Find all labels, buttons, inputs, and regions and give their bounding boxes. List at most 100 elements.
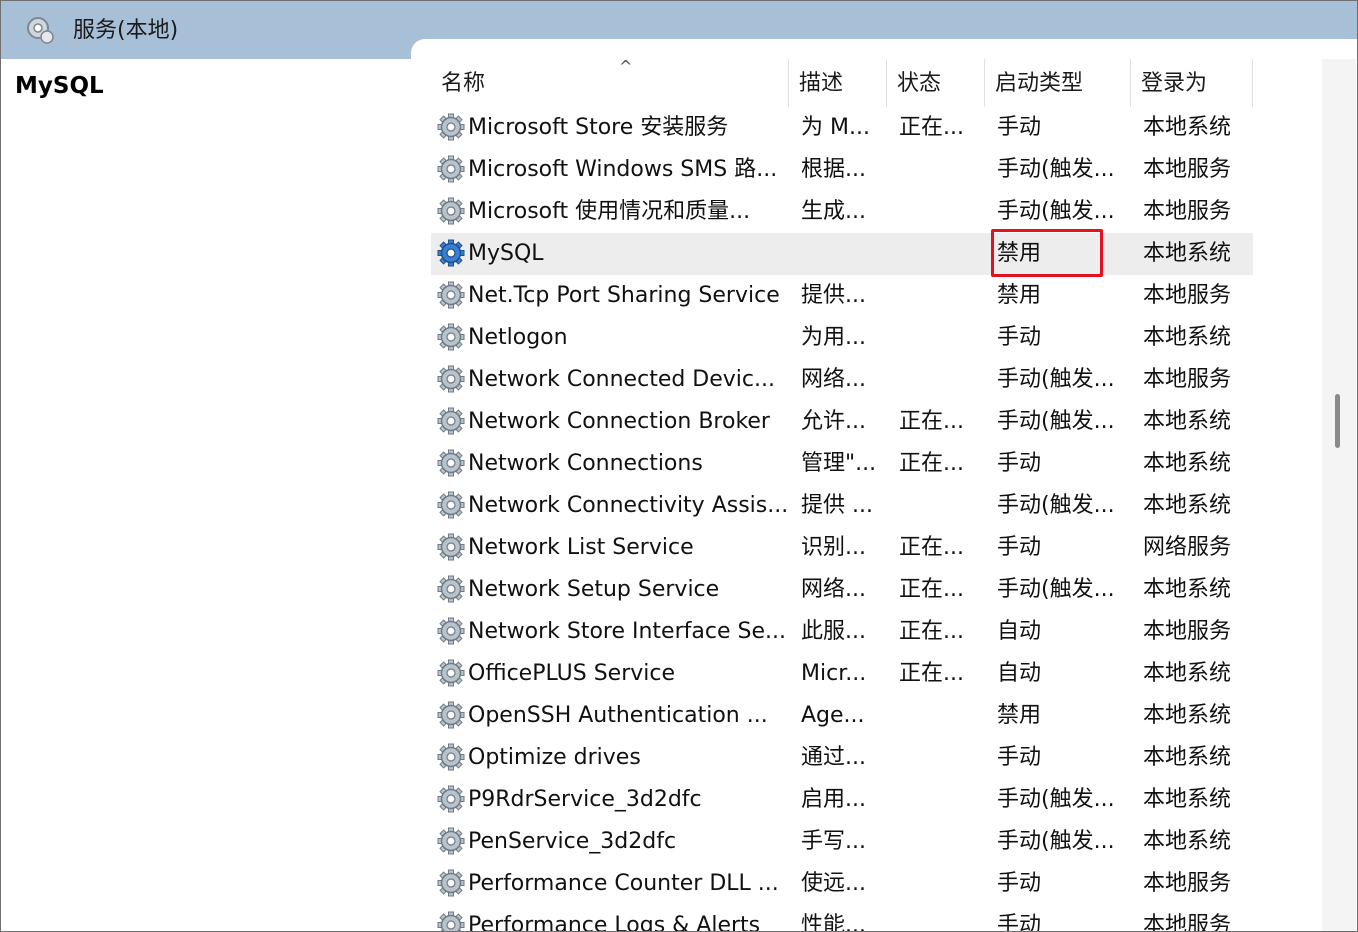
service-name: Microsoft Windows SMS 路... bbox=[468, 157, 778, 182]
service-startup-type: 手动(触发... bbox=[997, 787, 1115, 812]
service-description: 此服... bbox=[801, 619, 866, 644]
service-description: 生成... bbox=[801, 199, 866, 224]
service-status: 正在... bbox=[899, 409, 964, 434]
service-gear-icon bbox=[437, 197, 465, 225]
service-row[interactable]: Performance Logs & Alerts 性能... 手动 本地服务 bbox=[431, 905, 1253, 932]
service-gear-icon bbox=[437, 407, 465, 435]
service-gear-icon bbox=[437, 743, 465, 771]
service-row[interactable]: Net.Tcp Port Sharing Service 提供... 禁用 本地服务 bbox=[431, 275, 1253, 317]
service-logon-as: 本地服务 bbox=[1143, 367, 1232, 392]
service-status: 正在... bbox=[899, 619, 964, 644]
column-header-logon-as[interactable]: 登录为 bbox=[1131, 59, 1253, 107]
service-status: 正在... bbox=[899, 577, 964, 602]
service-description: 手写... bbox=[801, 829, 866, 854]
service-row[interactable]: Optimize drives 通过... 手动 本地系统 bbox=[431, 737, 1253, 779]
service-description: 通过... bbox=[801, 745, 866, 770]
service-name: OpenSSH Authentication ... bbox=[468, 703, 768, 728]
column-header-name[interactable]: 名称 bbox=[431, 59, 789, 107]
service-row[interactable]: Network Connected Devic... 网络... 手动(触发... 本… bbox=[431, 359, 1253, 401]
service-description: 网络... bbox=[801, 577, 866, 602]
service-description: Age... bbox=[801, 703, 865, 728]
service-logon-as: 本地系统 bbox=[1143, 115, 1232, 140]
service-name: Netlogon bbox=[468, 325, 568, 350]
service-status: 正在... bbox=[899, 451, 964, 476]
service-row[interactable]: Netlogon 为用... 手动 本地系统 bbox=[431, 317, 1253, 359]
service-gear-icon bbox=[437, 449, 465, 477]
service-name: Network Store Interface Se... bbox=[468, 619, 786, 644]
service-logon-as: 本地服务 bbox=[1143, 871, 1232, 896]
sort-ascending-icon: ^ bbox=[619, 57, 633, 76]
service-row[interactable]: Microsoft Store 安装服务 为 M... 正在... 手动 本地系统 bbox=[431, 107, 1253, 149]
service-logon-as: 本地系统 bbox=[1143, 325, 1232, 350]
service-gear-icon bbox=[437, 617, 465, 645]
service-status: 正在... bbox=[899, 535, 964, 560]
service-name: Performance Logs & Alerts bbox=[468, 913, 761, 932]
service-logon-as: 本地系统 bbox=[1143, 787, 1232, 812]
service-logon-as: 本地服务 bbox=[1143, 199, 1232, 224]
services-window: 服务(本地) MySQL 名称 ^ 描述 状态 启动类型 登录为 Microso… bbox=[0, 0, 1358, 932]
service-status: 正在... bbox=[899, 115, 964, 140]
service-startup-type: 手动(触发... bbox=[997, 577, 1115, 602]
service-startup-type: 手动(触发... bbox=[997, 493, 1115, 518]
service-logon-as: 本地系统 bbox=[1143, 409, 1232, 434]
service-row[interactable]: Network List Service 识别... 正在... 手动 网络服务 bbox=[431, 527, 1253, 569]
service-name: Performance Counter DLL ... bbox=[468, 871, 779, 896]
column-header-status[interactable]: 状态 bbox=[887, 59, 985, 107]
service-row[interactable]: P9RdrService_3d2dfc 启用... 手动(触发... 本地系统 bbox=[431, 779, 1253, 821]
service-description: 性能... bbox=[801, 913, 866, 932]
service-startup-type: 手动 bbox=[997, 325, 1042, 350]
service-description: 识别... bbox=[801, 535, 866, 560]
service-gear-icon bbox=[437, 365, 465, 393]
service-startup-type: 禁用 bbox=[997, 703, 1042, 728]
service-gear-icon bbox=[437, 659, 465, 687]
service-row[interactable]: Network Connections 管理"... 正在... 手动 本地系统 bbox=[431, 443, 1253, 485]
column-header-description[interactable]: 描述 bbox=[789, 59, 887, 107]
service-name: Network Connection Broker bbox=[468, 409, 770, 434]
service-gear-icon bbox=[437, 785, 465, 813]
service-name: Net.Tcp Port Sharing Service bbox=[468, 283, 780, 308]
service-row[interactable]: Microsoft 使用情况和质量... 生成... 手动(触发... 本地服务 bbox=[431, 191, 1253, 233]
service-startup-type: 手动(触发... bbox=[997, 199, 1115, 224]
service-name: Network Connectivity Assis... bbox=[468, 493, 789, 518]
service-row[interactable]: MySQL 禁用 本地系统 bbox=[431, 229, 1253, 277]
service-row[interactable]: PenService_3d2dfc 手写... 手动(触发... 本地系统 bbox=[431, 821, 1253, 863]
service-logon-as: 本地系统 bbox=[1143, 451, 1232, 476]
service-row[interactable]: OfficePLUS Service Micr... 正在... 自动 本地系统 bbox=[431, 653, 1253, 695]
column-header-startup-type[interactable]: 启动类型 bbox=[985, 59, 1131, 107]
selected-service-title: MySQL bbox=[15, 73, 104, 99]
service-row[interactable]: Network Setup Service 网络... 正在... 手动(触发... 本… bbox=[431, 569, 1253, 611]
service-row[interactable]: Performance Counter DLL ... 使远... 手动 本地服务 bbox=[431, 863, 1253, 905]
service-status: 正在... bbox=[899, 661, 964, 686]
service-logon-as: 本地系统 bbox=[1143, 745, 1232, 770]
service-description: 为用... bbox=[801, 325, 866, 350]
service-name: MySQL bbox=[468, 241, 544, 266]
service-row[interactable]: Network Store Interface Se... 此服... 正在... 自… bbox=[431, 611, 1253, 653]
service-startup-type: 手动 bbox=[997, 451, 1042, 476]
service-row[interactable]: Network Connectivity Assis... 提供 ... 手动(触发… bbox=[431, 485, 1253, 527]
service-gear-icon bbox=[437, 533, 465, 561]
startup-type-highlight-box bbox=[991, 229, 1103, 277]
scrollbar-thumb[interactable] bbox=[1335, 394, 1340, 448]
service-gear-icon bbox=[437, 491, 465, 519]
service-gear-icon bbox=[437, 911, 465, 931]
services-gear-icon bbox=[27, 17, 54, 44]
service-logon-as: 本地系统 bbox=[1143, 661, 1232, 686]
service-description: 管理"... bbox=[801, 451, 877, 476]
service-gear-icon-blue bbox=[437, 239, 465, 267]
service-startup-type: 手动(触发... bbox=[997, 409, 1115, 434]
service-gear-icon bbox=[437, 281, 465, 309]
vertical-scrollbar[interactable] bbox=[1322, 59, 1356, 931]
service-description: 允许... bbox=[801, 409, 866, 434]
service-startup-type: 手动 bbox=[997, 871, 1042, 896]
service-startup-type: 手动 bbox=[997, 745, 1042, 770]
service-row[interactable]: Network Connection Broker 允许... 正在... 手动(触发… bbox=[431, 401, 1253, 443]
service-row[interactable]: OpenSSH Authentication ... Age... 禁用 本地系统 bbox=[431, 695, 1253, 737]
service-name: Network Setup Service bbox=[468, 577, 720, 602]
service-startup-type: 手动(触发... bbox=[997, 829, 1115, 854]
service-description: 根据... bbox=[801, 157, 866, 182]
service-gear-icon bbox=[437, 323, 465, 351]
service-row[interactable]: Microsoft Windows SMS 路... 根据... 手动(触发... 本… bbox=[431, 149, 1253, 191]
service-description: 提供 ... bbox=[801, 493, 873, 518]
service-gear-icon bbox=[437, 155, 465, 183]
service-logon-as: 网络服务 bbox=[1143, 535, 1232, 560]
